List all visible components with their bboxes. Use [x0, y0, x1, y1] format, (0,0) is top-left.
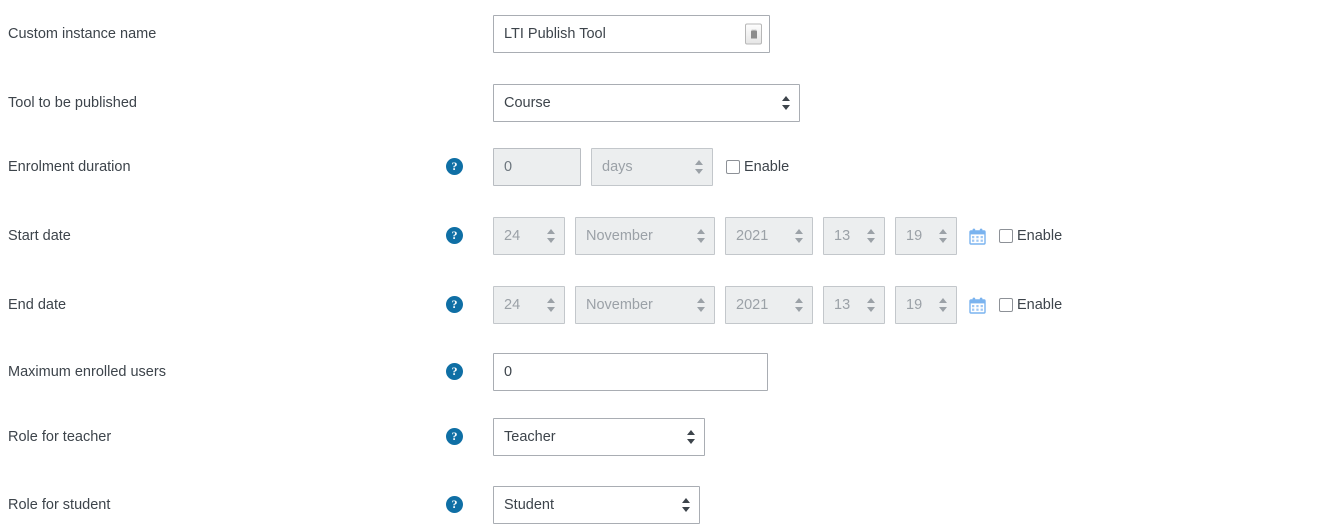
calendar-icon[interactable]: [969, 228, 986, 245]
help-icon-start-date[interactable]: ?: [446, 227, 463, 244]
end-date-month-select[interactable]: November: [575, 286, 715, 324]
enrolment-duration-enable-label: Enable: [744, 159, 790, 175]
chevron-updown-icon: [867, 298, 875, 312]
controls-role-for-teacher: Teacher: [493, 418, 705, 456]
controls-start-date: 24 November 2021 13 19 Enable: [493, 217, 1062, 255]
checkbox-box[interactable]: [726, 160, 740, 174]
role-for-teacher-value: Teacher: [504, 429, 556, 445]
form-row-role-for-teacher: Role for teacher ? Teacher: [0, 412, 1330, 462]
end-date-year-value: 2021: [736, 297, 769, 313]
end-date-minute-select[interactable]: 19: [895, 286, 957, 324]
role-for-teacher-select[interactable]: Teacher: [493, 418, 705, 456]
label-start-date: Start date: [8, 228, 71, 244]
chevron-updown-icon: [697, 229, 705, 243]
label-maximum-enrolled-users: Maximum enrolled users: [8, 364, 166, 380]
end-date-minute-value: 19: [906, 297, 923, 313]
start-date-hour-select[interactable]: 13: [823, 217, 885, 255]
chevron-updown-icon: [795, 229, 803, 243]
end-date-hour-select[interactable]: 13: [823, 286, 885, 324]
form-row-tool-to-be-published: Tool to be published Course: [0, 78, 1330, 128]
start-date-year-value: 2021: [736, 228, 769, 244]
chevron-updown-icon: [687, 430, 695, 444]
start-date-enable-label: Enable: [1017, 228, 1063, 244]
start-date-day-value: 24: [504, 228, 521, 244]
enrolment-duration-input[interactable]: [493, 148, 581, 186]
help-icon-role-for-student[interactable]: ?: [446, 496, 463, 513]
form-row-end-date: End date ? 24 November 2021 13 19 Enable: [0, 280, 1330, 330]
chevron-updown-icon: [695, 160, 703, 174]
chevron-updown-icon: [697, 298, 705, 312]
start-date-minute-value: 19: [906, 228, 923, 244]
chevron-updown-icon: [939, 229, 947, 243]
label-custom-instance-name: Custom instance name: [8, 26, 157, 42]
custom-instance-name-wrap: [493, 15, 770, 53]
tool-to-be-published-value: Course: [504, 95, 551, 111]
help-icon-enrolment-duration[interactable]: ?: [446, 158, 463, 175]
checkbox-box[interactable]: [999, 298, 1013, 312]
help-icon-maximum-enrolled-users[interactable]: ?: [446, 363, 463, 380]
role-for-student-value: Student: [504, 497, 554, 513]
help-icon-end-date[interactable]: ?: [446, 296, 463, 313]
chevron-updown-icon: [782, 96, 790, 110]
controls-role-for-student: Student: [493, 486, 700, 524]
label-end-date: End date: [8, 297, 67, 313]
chevron-updown-icon: [795, 298, 803, 312]
form-row-role-for-student: Role for student ? Student: [0, 480, 1330, 530]
checkbox-box[interactable]: [999, 229, 1013, 243]
enrolment-duration-unit-select[interactable]: days: [591, 148, 713, 186]
enrolment-settings-form: Custom instance name Tool to be publishe…: [0, 0, 1330, 528]
form-row-maximum-enrolled-users: Maximum enrolled users ?: [0, 347, 1330, 397]
chevron-updown-icon: [547, 229, 555, 243]
start-date-year-select[interactable]: 2021: [725, 217, 813, 255]
autofill-icon[interactable]: [745, 23, 762, 45]
start-date-enable-checkbox[interactable]: Enable: [999, 228, 1062, 244]
enrolment-duration-enable-checkbox[interactable]: Enable: [726, 159, 789, 175]
tool-to-be-published-select[interactable]: Course: [493, 84, 800, 122]
end-date-enable-checkbox[interactable]: Enable: [999, 297, 1062, 313]
enrolment-duration-unit-value: days: [602, 159, 633, 175]
end-date-day-select[interactable]: 24: [493, 286, 565, 324]
form-row-start-date: Start date ? 24 November 2021 13 19 Enab…: [0, 211, 1330, 261]
start-date-month-value: November: [586, 228, 653, 244]
controls-maximum-enrolled-users: [493, 353, 768, 391]
role-for-student-select[interactable]: Student: [493, 486, 700, 524]
controls-end-date: 24 November 2021 13 19 Enable: [493, 286, 1062, 324]
start-date-minute-select[interactable]: 19: [895, 217, 957, 255]
chevron-updown-icon: [682, 498, 690, 512]
label-enrolment-duration: Enrolment duration: [8, 159, 131, 175]
controls-custom-instance-name: [493, 15, 770, 53]
start-date-month-select[interactable]: November: [575, 217, 715, 255]
label-tool-to-be-published: Tool to be published: [8, 95, 137, 111]
end-date-enable-label: Enable: [1017, 297, 1063, 313]
label-role-for-teacher: Role for teacher: [8, 429, 112, 445]
chevron-updown-icon: [939, 298, 947, 312]
maximum-enrolled-users-input[interactable]: [493, 353, 768, 391]
start-date-day-select[interactable]: 24: [493, 217, 565, 255]
chevron-updown-icon: [547, 298, 555, 312]
custom-instance-name-input[interactable]: [493, 15, 770, 53]
help-icon-role-for-teacher[interactable]: ?: [446, 428, 463, 445]
form-row-custom-instance-name: Custom instance name: [0, 9, 1330, 59]
end-date-hour-value: 13: [834, 297, 851, 313]
end-date-year-select[interactable]: 2021: [725, 286, 813, 324]
chevron-updown-icon: [867, 229, 875, 243]
label-role-for-student: Role for student: [8, 497, 111, 513]
controls-tool-to-be-published: Course: [493, 84, 800, 122]
start-date-hour-value: 13: [834, 228, 851, 244]
controls-enrolment-duration: days Enable: [493, 148, 789, 186]
end-date-day-value: 24: [504, 297, 521, 313]
calendar-icon[interactable]: [969, 297, 986, 314]
form-row-enrolment-duration: Enrolment duration ? days Enable: [0, 142, 1330, 192]
end-date-month-value: November: [586, 297, 653, 313]
